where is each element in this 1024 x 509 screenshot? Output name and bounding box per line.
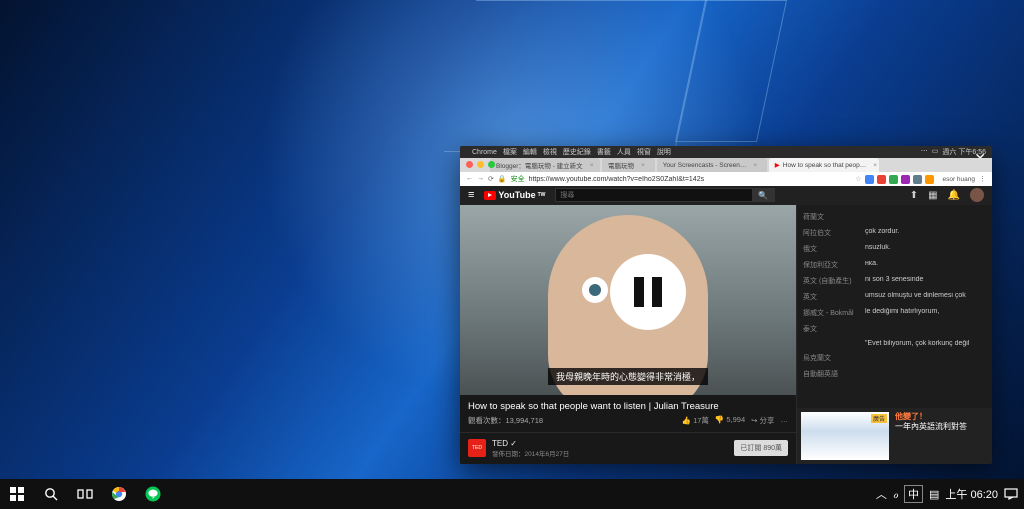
menubar-item[interactable]: 編輯 <box>523 147 537 157</box>
menubar-item[interactable]: 歷史紀錄 <box>563 147 591 157</box>
menu-icon[interactable]: ⋮ <box>979 175 986 183</box>
back-icon[interactable]: ← <box>466 175 473 183</box>
browser-tab[interactable]: Blogger：電腦玩物 - 建立新文× <box>490 158 600 172</box>
taskbar: ︿ ℴ 中 ▤ 上午 06:20 <box>0 479 1024 509</box>
tray-onedrive-icon[interactable]: ℴ <box>893 488 898 501</box>
notifications-icon[interactable] <box>1004 488 1018 500</box>
subscribe-button[interactable]: 已訂閱 890萬 <box>734 440 788 456</box>
dislike-button[interactable]: 👎 5,994 <box>715 415 745 426</box>
like-button[interactable]: 👍 17萬 <box>682 415 709 426</box>
ime-indicator[interactable]: 中 <box>904 485 923 503</box>
close-icon[interactable]: × <box>641 162 645 169</box>
preview-window: ✕ Chrome 檔案 編輯 檢視 歷史紀錄 書籤 人員 視窗 說明 ⋯ ▭ 週… <box>460 146 992 464</box>
extension-icons[interactable] <box>865 175 934 184</box>
profile-chip[interactable]: esor huang <box>942 176 975 183</box>
channel-avatar[interactable]: TED <box>468 439 486 457</box>
tab-strip: Blogger：電腦玩物 - 建立新文× 電腦玩物× Your Screenca… <box>460 158 992 172</box>
channel-name[interactable]: TED <box>492 439 508 448</box>
search-input[interactable] <box>556 189 752 201</box>
pause-icon[interactable] <box>610 254 686 330</box>
menubar-app[interactable]: Chrome <box>472 149 497 156</box>
youtube-search[interactable]: 🔍 <box>555 188 775 202</box>
youtube-logo[interactable]: YouTubeTW <box>484 190 545 200</box>
upload-icon[interactable]: ⬆ <box>910 190 918 201</box>
apps-icon[interactable]: ▦ <box>928 190 937 201</box>
menubar-item[interactable]: 檢視 <box>543 147 557 157</box>
url-text[interactable]: https://www.youtube.com/watch?v=eIho2S0Z… <box>529 176 852 183</box>
more-icon[interactable]: … <box>781 415 789 426</box>
address-bar: ← → ⟳ 🔒 安全 https://www.youtube.com/watch… <box>460 172 992 186</box>
video-caption: 我母親晚年時的心態變得非常消極， <box>548 368 708 385</box>
video-player[interactable]: 我母親晚年時的心態變得非常消極， <box>460 205 796 395</box>
taskbar-clock[interactable]: 上午 06:20 <box>945 486 998 502</box>
menubar-item[interactable]: 人員 <box>617 147 631 157</box>
publish-date: 發佈日期：2014年6月27日 <box>492 448 569 458</box>
task-view-icon[interactable] <box>68 479 102 509</box>
taskbar-app-chrome[interactable] <box>102 479 136 509</box>
browser-tab[interactable]: Your Screencasts - Screen…× <box>657 158 767 172</box>
bell-icon[interactable]: 🔔 <box>948 190 960 201</box>
tray-chevron-icon[interactable]: ︿ <box>876 486 887 502</box>
close-icon[interactable]: × <box>590 162 594 169</box>
mac-menubar: Chrome 檔案 編輯 檢視 歷史紀錄 書籤 人員 視窗 說明 ⋯ ▭ 週六 … <box>460 146 992 158</box>
captions-panel[interactable]: 荷蘭文 阿拉伯文çok zordur. 俄文nsuzluk. 保加利亞文нка.… <box>797 205 992 408</box>
close-icon[interactable]: × <box>873 162 877 169</box>
video-title: How to speak so that people want to list… <box>468 401 788 412</box>
menubar-item[interactable]: 書籤 <box>597 147 611 157</box>
menubar-item[interactable]: 視窗 <box>637 147 651 157</box>
lock-icon: 🔒 <box>498 175 507 183</box>
menubar-item[interactable]: 說明 <box>657 147 671 157</box>
avatar[interactable] <box>970 188 984 202</box>
recommended-video[interactable]: 廣告 他變了！ 一年內英語流利對答 <box>797 408 992 464</box>
reload-icon[interactable]: ⟳ <box>488 175 494 183</box>
search-icon[interactable] <box>34 479 68 509</box>
battery-icon[interactable]: ▭ <box>932 147 939 157</box>
secure-label: 安全 <box>511 174 525 184</box>
traffic-lights[interactable] <box>466 161 495 168</box>
network-icon[interactable]: ▤ <box>929 488 939 501</box>
ad-badge: 廣告 <box>871 414 887 423</box>
hamburger-icon[interactable]: ≡ <box>468 189 474 201</box>
taskbar-app-line[interactable] <box>136 479 170 509</box>
browser-tab-active[interactable]: ▶How to speak so that peop…× <box>769 158 879 172</box>
wifi-icon[interactable]: ⋯ <box>921 147 928 157</box>
star-icon[interactable]: ☆ <box>855 175 861 183</box>
youtube-header: ≡ YouTubeTW 🔍 ⬆ ▦ 🔔 <box>460 186 992 205</box>
share-button[interactable]: ↪ 分享 <box>751 415 774 426</box>
browser-tab[interactable]: 電腦玩物× <box>602 158 655 172</box>
play-icon <box>484 191 496 200</box>
forward-icon[interactable]: → <box>477 175 484 183</box>
thumbnail: 廣告 <box>801 412 889 460</box>
verified-icon: ✓ <box>510 439 517 448</box>
menubar-item[interactable]: 檔案 <box>503 147 517 157</box>
view-count: 觀看次數：13,994,718 <box>468 415 543 426</box>
start-button[interactable] <box>0 479 34 509</box>
close-icon[interactable]: × <box>753 162 757 169</box>
search-icon[interactable]: 🔍 <box>752 189 774 201</box>
